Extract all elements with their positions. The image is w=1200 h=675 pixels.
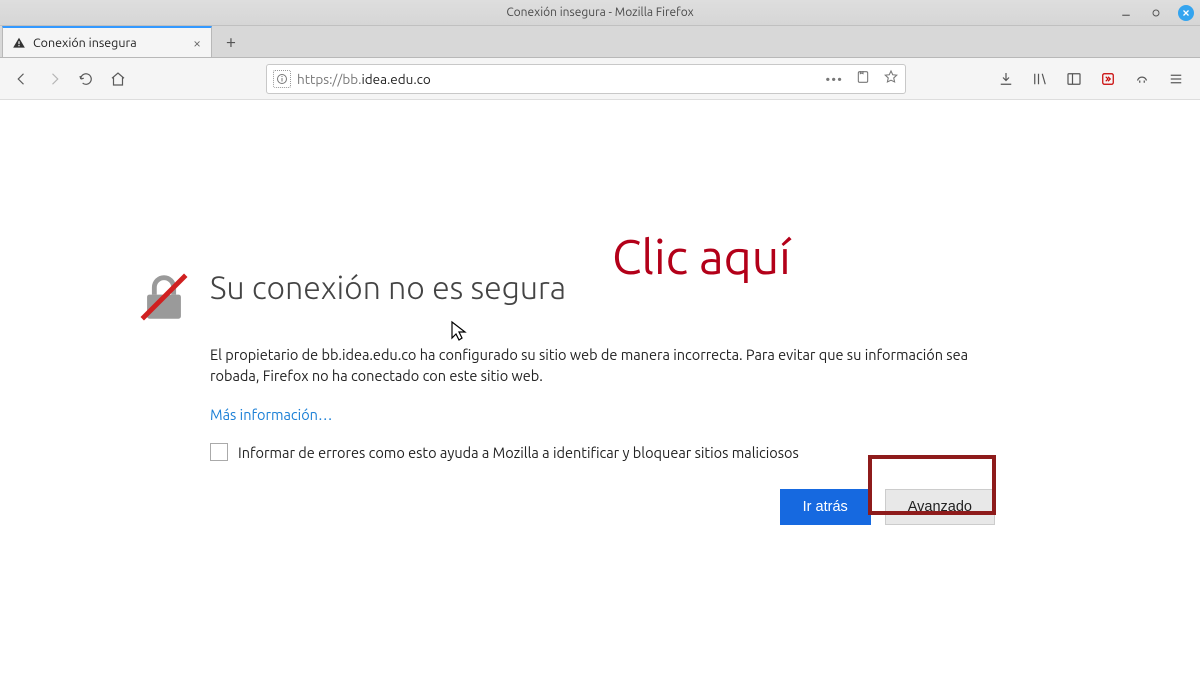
insecure-connection-error: Su conexión no es segura El propietario … bbox=[135, 268, 995, 525]
report-errors-checkbox[interactable] bbox=[210, 443, 228, 461]
urlbar-end-icons: ••• bbox=[825, 69, 899, 88]
warning-icon bbox=[11, 36, 27, 50]
window-title: Conexión insegura - Mozilla Firefox bbox=[506, 6, 693, 19]
back-button[interactable] bbox=[8, 65, 36, 93]
library-icon[interactable] bbox=[1030, 69, 1050, 89]
error-buttons-row: Ir atrás Avanzado bbox=[210, 489, 995, 525]
error-description: El propietario de bb.idea.edu.co ha conf… bbox=[210, 344, 995, 386]
mouse-cursor-icon bbox=[450, 320, 468, 346]
window-titlebar: Conexión insegura - Mozilla Firefox bbox=[0, 0, 1200, 26]
forward-button[interactable] bbox=[40, 65, 68, 93]
tab-active[interactable]: Conexión insegura × bbox=[2, 26, 212, 57]
bookmark-star-icon[interactable] bbox=[883, 69, 899, 88]
nav-toolbar: https://bb.idea.edu.co ••• bbox=[0, 58, 1200, 100]
report-errors-row: Informar de errores como esto ayuda a Mo… bbox=[210, 443, 995, 461]
page-action-icon[interactable]: ••• bbox=[825, 71, 843, 87]
url-bar[interactable]: https://bb.idea.edu.co ••• bbox=[266, 64, 906, 94]
window-close-button[interactable] bbox=[1178, 5, 1194, 21]
window-controls bbox=[1118, 0, 1194, 25]
tab-title: Conexión insegura bbox=[33, 36, 137, 50]
extension2-icon[interactable] bbox=[1132, 69, 1152, 89]
url-prefix: https://bb. bbox=[297, 71, 361, 87]
window-minimize-button[interactable] bbox=[1118, 5, 1134, 21]
window-maximize-button[interactable] bbox=[1148, 5, 1164, 21]
downloads-icon[interactable] bbox=[996, 69, 1016, 89]
reload-button[interactable] bbox=[72, 65, 100, 93]
hamburger-menu-icon[interactable] bbox=[1166, 69, 1186, 89]
learn-more-link[interactable]: Más información… bbox=[210, 406, 332, 423]
go-back-button[interactable]: Ir atrás bbox=[780, 489, 871, 525]
site-identity-icon[interactable] bbox=[273, 70, 291, 88]
tab-close-button[interactable]: × bbox=[191, 35, 203, 51]
advanced-button[interactable]: Avanzado bbox=[885, 489, 995, 525]
url-text: https://bb.idea.edu.co bbox=[297, 71, 825, 87]
url-host: idea.edu.co bbox=[361, 71, 430, 87]
extension-icon[interactable] bbox=[1098, 69, 1118, 89]
report-errors-label: Informar de errores como esto ayuda a Mo… bbox=[238, 444, 799, 461]
reader-mode-icon[interactable] bbox=[855, 69, 871, 88]
sidebar-icon[interactable] bbox=[1064, 69, 1084, 89]
insecure-lock-icon bbox=[135, 268, 193, 330]
page-content: Su conexión no es segura El propietario … bbox=[0, 100, 1200, 675]
home-button[interactable] bbox=[104, 65, 132, 93]
tab-strip: Conexión insegura × + bbox=[0, 26, 1200, 58]
annotation-text: Clic aquí bbox=[612, 230, 791, 284]
new-tab-button[interactable]: + bbox=[216, 27, 246, 57]
learn-more-row: Más información… bbox=[210, 406, 995, 423]
toolbar-right-icons bbox=[996, 69, 1192, 89]
error-heading: Su conexión no es segura bbox=[210, 270, 995, 306]
